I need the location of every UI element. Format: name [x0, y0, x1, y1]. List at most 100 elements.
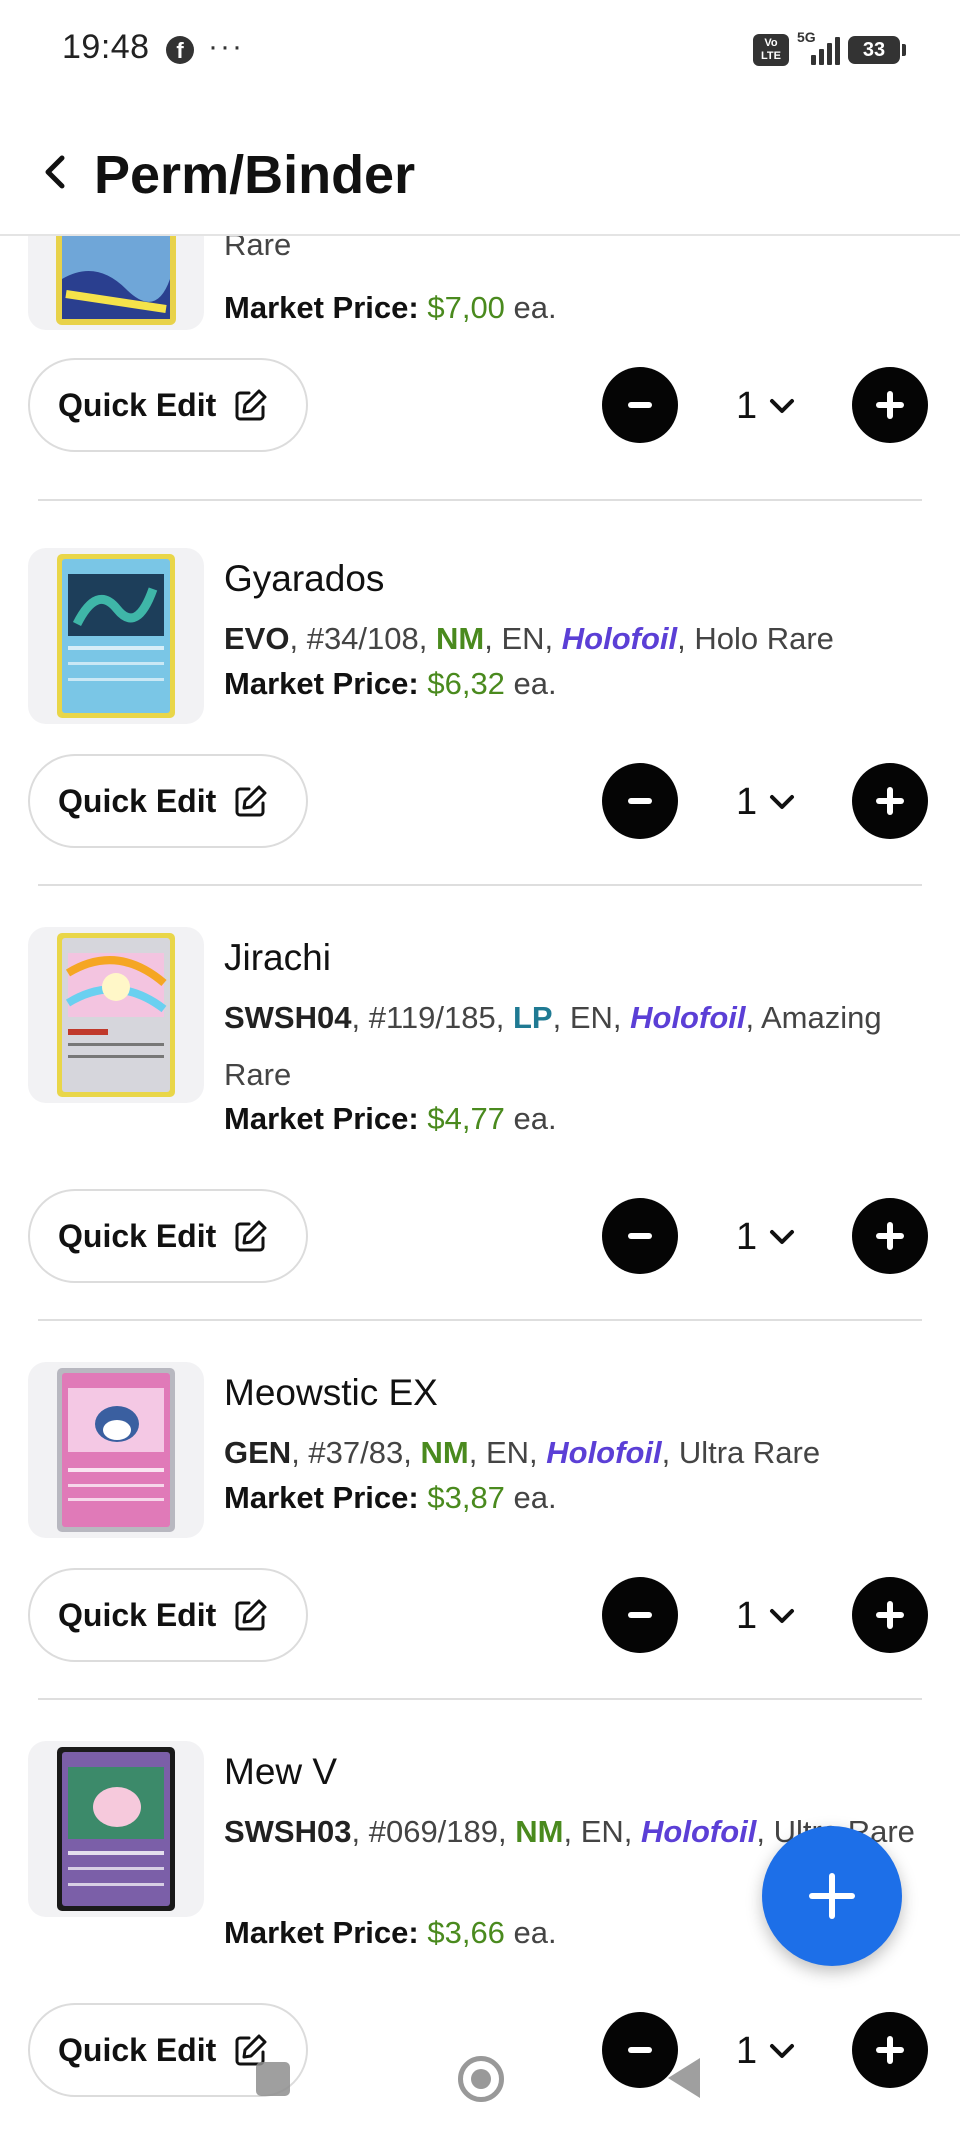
- minus-icon: [628, 1612, 652, 1618]
- status-bar: 19:48 f ··· Vo LTE 5G 33: [0, 0, 960, 100]
- card-thumbnail[interactable]: [28, 236, 204, 330]
- decrease-quantity-button[interactable]: [602, 763, 678, 839]
- divider: [38, 1698, 922, 1700]
- home-icon[interactable]: [458, 2056, 504, 2102]
- quick-edit-button[interactable]: Quick Edit: [28, 1189, 308, 1283]
- market-price-label: Market Price:: [224, 1480, 419, 1515]
- plus-icon: [876, 787, 904, 815]
- edit-icon: [235, 389, 267, 421]
- market-price-value: $3,66: [427, 1915, 505, 1950]
- market-price-label: Market Price:: [224, 666, 419, 701]
- card-name: Jirachi: [224, 937, 331, 978]
- quantity-dropdown[interactable]: 1: [736, 2021, 806, 2081]
- chevron-down-icon: [770, 1609, 795, 1623]
- card-number: #34/108: [306, 621, 419, 656]
- plus-icon: [876, 1601, 904, 1629]
- signal-icon: 5G: [797, 29, 840, 65]
- battery-icon: 33: [848, 36, 906, 64]
- card-rarity: Holo Rare: [694, 621, 834, 656]
- market-price-value: $7,00: [427, 290, 505, 325]
- price-unit: ea.: [513, 1915, 557, 1950]
- card-set: SWSH03: [224, 1814, 352, 1849]
- decrease-quantity-button[interactable]: [602, 1198, 678, 1274]
- card-language: EN: [569, 1000, 613, 1035]
- card-language: EN: [501, 621, 545, 656]
- price-unit: ea.: [513, 1480, 557, 1515]
- card-name: Meowstic EX: [224, 1372, 438, 1413]
- decrease-quantity-button[interactable]: [602, 1577, 678, 1653]
- back-icon[interactable]: [668, 2058, 700, 2098]
- network-type-label: 5G: [797, 29, 816, 45]
- card-set: SWSH04: [224, 1000, 352, 1035]
- chevron-down-icon: [770, 2044, 795, 2058]
- card-condition: NM: [436, 621, 485, 656]
- edit-icon: [235, 785, 267, 817]
- price-unit: ea.: [513, 666, 557, 701]
- quantity-dropdown[interactable]: 1: [736, 1207, 806, 1267]
- quantity-value: 1: [736, 384, 758, 427]
- increase-quantity-button[interactable]: [852, 2012, 928, 2088]
- add-card-button[interactable]: [762, 1826, 902, 1966]
- minus-icon: [628, 1233, 652, 1239]
- card-thumbnail[interactable]: [28, 927, 204, 1103]
- recents-icon[interactable]: [256, 2062, 290, 2096]
- quick-edit-label: Quick Edit: [58, 2031, 217, 2068]
- status-time: 19:48: [62, 28, 150, 66]
- card-language: EN: [485, 1435, 530, 1470]
- plus-icon: [876, 391, 904, 419]
- card-thumbnail[interactable]: [28, 1741, 204, 1917]
- market-price: Market Price: $7,00 ea.: [224, 290, 557, 326]
- minus-icon: [628, 798, 652, 804]
- increase-quantity-button[interactable]: [852, 1198, 928, 1274]
- divider: [38, 1319, 922, 1321]
- card-thumbnail[interactable]: [28, 1362, 204, 1538]
- plus-icon: [876, 1222, 904, 1250]
- market-price-value: $4,77: [427, 1101, 505, 1136]
- quantity-value: 1: [736, 1594, 758, 1637]
- market-price: Market Price: $3,66 ea.: [224, 1915, 557, 1951]
- quantity-dropdown[interactable]: 1: [736, 772, 806, 832]
- card-rarity: Ultra Rare: [678, 1435, 821, 1470]
- increase-quantity-button[interactable]: [852, 763, 928, 839]
- quick-edit-label: Quick Edit: [58, 782, 217, 819]
- market-price-label: Market Price:: [224, 290, 419, 325]
- chevron-left-icon: [45, 155, 65, 189]
- quantity-dropdown[interactable]: 1: [736, 376, 806, 436]
- more-icon: ···: [208, 30, 244, 63]
- minus-icon: [628, 2047, 652, 2053]
- divider: [38, 499, 922, 501]
- card-language: EN: [580, 1814, 624, 1849]
- minus-icon: [628, 402, 652, 408]
- card-condition: NM: [420, 1435, 469, 1470]
- status-icons: Vo LTE 5G 33: [753, 29, 906, 70]
- volte-icon: Vo LTE: [753, 34, 789, 66]
- app-header: Perm/Binder: [0, 100, 960, 236]
- divider: [38, 884, 922, 886]
- quick-edit-label: Quick Edit: [58, 1596, 217, 1633]
- market-price-label: Market Price:: [224, 1101, 419, 1136]
- decrease-quantity-button[interactable]: [602, 2012, 678, 2088]
- quick-edit-button[interactable]: Quick Edit: [28, 754, 308, 848]
- market-price: Market Price: $4,77 ea.: [224, 1101, 557, 1137]
- quick-edit-label: Quick Edit: [58, 386, 217, 423]
- increase-quantity-button[interactable]: [852, 367, 928, 443]
- plus-icon: [809, 1873, 855, 1919]
- chevron-down-icon: [770, 399, 795, 413]
- card-details: GEN, #37/83, NM, EN, Holofoil, Ultra Rar…: [224, 1435, 821, 1470]
- increase-quantity-button[interactable]: [852, 1577, 928, 1653]
- page-title: Perm/Binder: [94, 145, 416, 205]
- card-printing: Holofoil: [546, 1435, 662, 1470]
- decrease-quantity-button[interactable]: [602, 367, 678, 443]
- card-number: #37/83: [308, 1435, 404, 1470]
- quick-edit-button[interactable]: Quick Edit: [28, 1568, 308, 1662]
- quantity-dropdown[interactable]: 1: [736, 1586, 806, 1646]
- quantity-value: 1: [736, 780, 758, 823]
- card-rarity: Rare: [224, 236, 292, 262]
- card-name: Mew V: [224, 1751, 338, 1792]
- back-button[interactable]: [36, 152, 76, 192]
- card-thumbnail[interactable]: [28, 548, 204, 724]
- price-unit: ea.: [513, 1101, 557, 1136]
- card-printing: Holofoil: [641, 1814, 757, 1849]
- quick-edit-button[interactable]: Quick Edit: [28, 358, 308, 452]
- edit-icon: [235, 1220, 267, 1252]
